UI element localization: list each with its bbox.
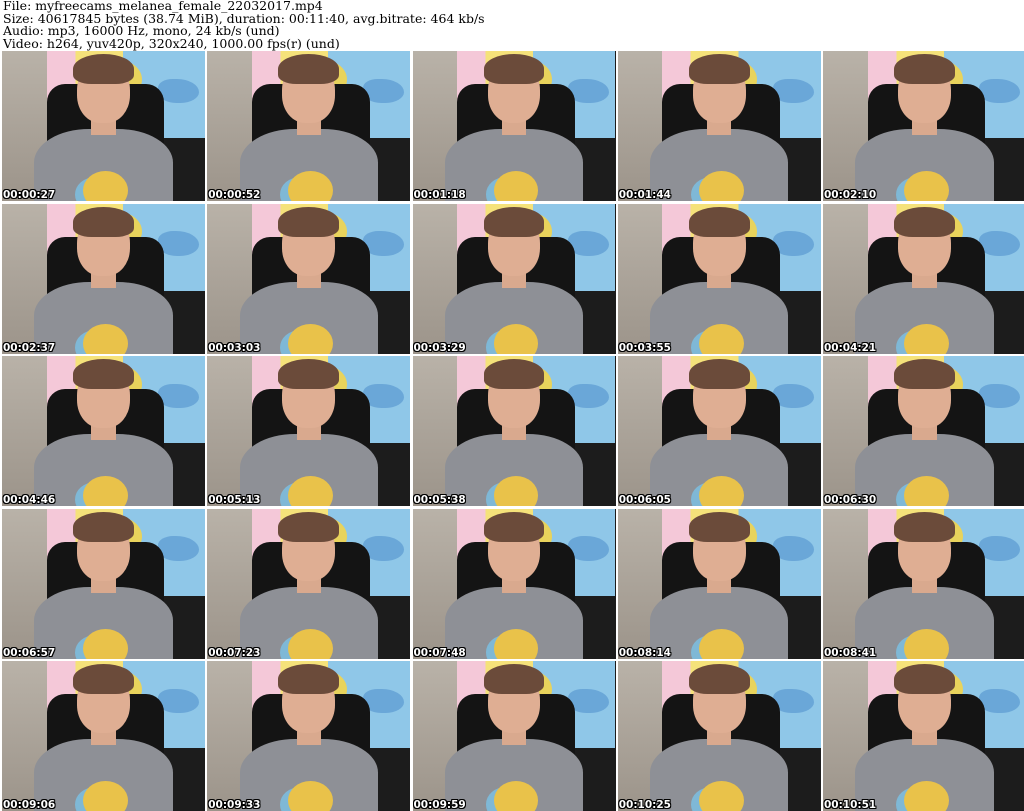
video-thumbnail: 00:02:37 bbox=[2, 203, 205, 354]
video-thumbnail: 00:03:03 bbox=[207, 203, 411, 354]
video-thumbnail: 00:02:10 bbox=[823, 51, 1024, 201]
thumbnail-timestamp: 00:09:06 bbox=[3, 799, 56, 811]
video-thumbnail: 00:01:18 bbox=[412, 51, 616, 201]
thumbnail-timestamp: 00:06:30 bbox=[824, 494, 877, 506]
thumbnail-frame-image bbox=[412, 51, 616, 201]
thumbnail-frame-image bbox=[2, 661, 205, 811]
thumbnail-timestamp: 00:10:25 bbox=[618, 799, 671, 811]
file-info-header: File: myfreecams_melanea_female_22032017… bbox=[3, 0, 1021, 50]
thumbnail-frame-image bbox=[207, 661, 411, 811]
thumbnail-frame-image bbox=[823, 356, 1024, 506]
video-info-line: Video: h264, yuv420p, 320x240, 1000.00 f… bbox=[3, 35, 340, 51]
thumbnail-frame-image bbox=[412, 356, 616, 506]
thumbnail-frame-image bbox=[207, 356, 411, 506]
thumbnail-timestamp: 00:01:18 bbox=[413, 189, 466, 201]
thumbnail-timestamp: 00:09:59 bbox=[413, 799, 466, 811]
thumbnail-timestamp: 00:02:37 bbox=[3, 341, 56, 354]
video-thumbnail: 00:03:55 bbox=[617, 203, 821, 354]
thumbnail-frame-image bbox=[2, 356, 205, 506]
video-thumbnail: 00:09:59 bbox=[412, 661, 616, 811]
thumbnail-timestamp: 00:00:27 bbox=[3, 189, 56, 201]
thumbnail-timestamp: 00:04:21 bbox=[824, 341, 877, 354]
video-thumbnail: 00:09:06 bbox=[2, 661, 205, 811]
thumbnail-timestamp: 00:06:05 bbox=[618, 494, 671, 506]
video-thumbnail: 00:10:25 bbox=[617, 661, 821, 811]
thumbnail-frame-image bbox=[412, 203, 616, 354]
thumbnail-timestamp: 00:04:46 bbox=[3, 494, 56, 506]
video-thumbnail: 00:01:44 bbox=[617, 51, 821, 201]
thumbnail-timestamp: 00:02:10 bbox=[824, 189, 877, 201]
thumbnail-frame-image bbox=[617, 51, 821, 201]
thumbnail-frame-image bbox=[2, 203, 205, 354]
thumbnail-frame-image bbox=[823, 51, 1024, 201]
thumbnail-frame-image bbox=[412, 661, 616, 811]
video-thumbnail: 00:04:46 bbox=[2, 356, 205, 506]
video-thumbnail: 00:05:38 bbox=[412, 356, 616, 506]
video-thumbnail: 00:10:51 bbox=[823, 661, 1024, 811]
thumbnail-frame-image bbox=[823, 508, 1024, 659]
thumbnail-frame-image bbox=[2, 51, 205, 201]
video-thumbnail: 00:06:30 bbox=[823, 356, 1024, 506]
video-thumbnail: 00:08:41 bbox=[823, 508, 1024, 659]
thumbnail-frame-image bbox=[412, 508, 616, 659]
video-thumbnail: 00:04:21 bbox=[823, 203, 1024, 354]
video-thumbnail: 00:03:29 bbox=[412, 203, 616, 354]
thumbnail-timestamp: 00:07:23 bbox=[208, 646, 261, 659]
video-thumbnail: 00:00:27 bbox=[2, 51, 205, 201]
video-thumbnail: 00:06:05 bbox=[617, 356, 821, 506]
thumbnail-frame-image bbox=[207, 203, 411, 354]
thumbnail-timestamp: 00:01:44 bbox=[618, 189, 671, 201]
thumbnail-timestamp: 00:05:13 bbox=[208, 494, 261, 506]
thumbnail-timestamp: 00:03:55 bbox=[618, 341, 671, 354]
thumbnail-timestamp: 00:08:41 bbox=[824, 646, 877, 659]
thumbnail-timestamp: 00:00:52 bbox=[208, 189, 261, 201]
thumbnail-frame-image bbox=[617, 661, 821, 811]
thumbnail-timestamp: 00:06:57 bbox=[3, 646, 56, 659]
video-thumbnail: 00:00:52 bbox=[207, 51, 411, 201]
video-thumbnail: 00:06:57 bbox=[2, 508, 205, 659]
thumbnail-timestamp: 00:03:29 bbox=[413, 341, 466, 354]
thumbnail-timestamp: 00:08:14 bbox=[618, 646, 671, 659]
thumbnail-frame-image bbox=[823, 661, 1024, 811]
video-thumbnail: 00:07:23 bbox=[207, 508, 411, 659]
thumbnail-frame-image bbox=[617, 203, 821, 354]
video-thumbnail: 00:08:14 bbox=[617, 508, 821, 659]
thumbnail-frame-image bbox=[207, 508, 411, 659]
thumbnail-frame-image bbox=[2, 508, 205, 659]
video-thumbnail: 00:07:48 bbox=[412, 508, 616, 659]
thumbnail-frame-image bbox=[207, 51, 411, 201]
thumbnail-timestamp: 00:05:38 bbox=[413, 494, 466, 506]
thumbnail-timestamp: 00:03:03 bbox=[208, 341, 261, 354]
thumbnail-timestamp: 00:07:48 bbox=[413, 646, 466, 659]
thumbnail-frame-image bbox=[617, 508, 821, 659]
video-thumbnail: 00:05:13 bbox=[207, 356, 411, 506]
thumbnail-timestamp: 00:10:51 bbox=[824, 799, 877, 811]
video-thumbnail: 00:09:33 bbox=[207, 661, 411, 811]
thumbnail-timestamp: 00:09:33 bbox=[208, 799, 261, 811]
thumbnail-frame-image bbox=[617, 356, 821, 506]
thumbnail-frame-image bbox=[823, 203, 1024, 354]
thumbnail-grid: 00:00:27 00:00:52 00:01:18 00:01:44 00:02:10… bbox=[0, 51, 1024, 811]
